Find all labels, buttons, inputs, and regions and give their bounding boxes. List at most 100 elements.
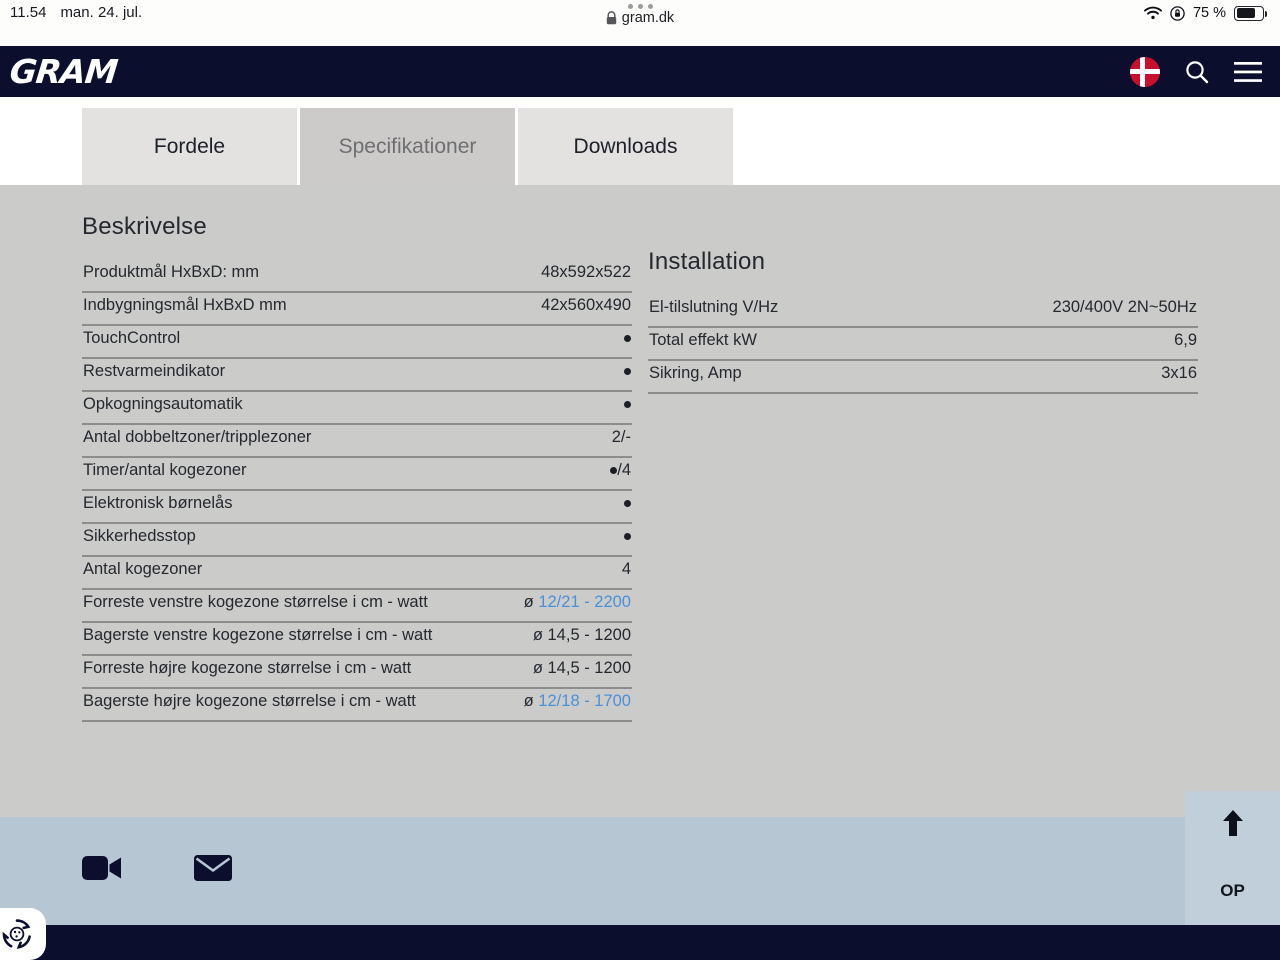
spec-value-link[interactable]: 12/21 - 2200 (538, 593, 631, 611)
installation-title: Installation (648, 248, 766, 275)
table-row: Forreste venstre kogezone størrelse i cm… (82, 590, 632, 623)
tab-fordele[interactable]: Fordele (82, 108, 300, 185)
spec-value: 4 (621, 560, 631, 578)
tab-downloads[interactable]: Downloads (518, 108, 736, 185)
status-bar-right: 75 % (1143, 5, 1267, 21)
spec-label: Restvarmeindikator (83, 362, 226, 380)
contact-icon-group (82, 853, 232, 883)
site-header: GRAM (0, 46, 1280, 97)
feature-bullet-icon (624, 401, 631, 408)
wifi-icon (1143, 6, 1162, 20)
table-row: Total effekt kW 6,9 (648, 328, 1198, 361)
spec-value: 48x592x522 (541, 263, 631, 281)
contact-band (0, 817, 1280, 925)
tab-label: Downloads (573, 134, 678, 158)
lock-icon (606, 11, 616, 25)
video-camera-icon[interactable] (82, 853, 122, 883)
specifications-panel: Beskrivelse Produktmål HxBxD: mm 48x592x… (0, 185, 1280, 817)
description-column: Beskrivelse Produktmål HxBxD: mm 48x592x… (82, 213, 632, 722)
spec-value-link[interactable]: 12/18 - 1700 (538, 692, 631, 710)
spec-value: ø 12/18 - 1700 (524, 692, 631, 711)
spec-label: Sikkerhedsstop (83, 527, 196, 545)
spec-label: Opkogningsautomatik (83, 395, 243, 413)
spec-value-suffix: /4 (617, 461, 631, 479)
spec-value (624, 395, 631, 414)
spec-label: Forreste venstre kogezone størrelse i cm… (83, 593, 428, 611)
search-icon[interactable] (1184, 59, 1210, 85)
tab-label: Specifikationer (338, 134, 477, 158)
url-display[interactable]: gram.dk (606, 10, 674, 26)
spec-label: Forreste højre kogezone størrelse i cm -… (83, 659, 412, 677)
spec-label: Antal kogezoner (83, 560, 203, 578)
table-row: Bagerste venstre kogezone størrelse i cm… (82, 623, 632, 656)
envelope-icon[interactable] (194, 853, 232, 883)
spec-label: Total effekt kW (649, 331, 757, 349)
spec-label: Indbygningsmål HxBxD mm (83, 296, 287, 314)
spec-value: 2/- (611, 428, 631, 446)
browser-url-area[interactable]: gram.dk (0, 4, 1280, 26)
feature-bullet-icon (624, 500, 631, 507)
tab-label: Fordele (153, 134, 226, 158)
installation-column: Installation El-tilslutning V/Hz 230/400… (648, 248, 1198, 394)
spec-label: Produktmål HxBxD: mm (83, 263, 260, 281)
diameter-prefix: ø (523, 593, 539, 611)
table-row: Sikring, Amp 3x16 (648, 361, 1198, 394)
spec-label: Bagerste højre kogezone størrelse i cm -… (83, 692, 416, 710)
table-row: El-tilslutning V/Hz 230/400V 2N~50Hz (648, 295, 1198, 328)
table-row: Restvarmeindikator (82, 359, 632, 392)
battery-icon (1234, 5, 1267, 21)
table-row: Antal dobbeltzoner/tripplezoner 2/- (82, 425, 632, 458)
table-row: Indbygningsmål HxBxD mm 42x560x490 (82, 293, 632, 326)
spec-value: 230/400V 2N~50Hz (1052, 298, 1197, 316)
table-row: TouchControl (82, 326, 632, 359)
spec-label: Timer/antal kogezoner (83, 461, 247, 479)
spec-value (624, 362, 631, 381)
tab-specifikationer[interactable]: Specifikationer (300, 108, 518, 185)
cookie-settings-button[interactable] (0, 908, 46, 960)
spec-value: ø 12/21 - 2200 (524, 593, 631, 612)
diameter-prefix: ø (523, 692, 539, 710)
battery-percent: 75 % (1192, 5, 1226, 21)
spec-label: Antal dobbeltzoner/tripplezoner (83, 428, 312, 446)
spec-value: ø 14,5 - 1200 (532, 659, 631, 677)
rotation-lock-icon (1170, 5, 1185, 21)
spec-value (624, 527, 631, 546)
table-row: Forreste højre kogezone størrelse i cm -… (82, 656, 632, 689)
ios-status-bar: 11.54 man. 24. jul. gram.dk 75 % (0, 0, 1280, 46)
denmark-flag-icon[interactable] (1130, 56, 1160, 87)
scroll-to-top-button[interactable]: OP (1185, 791, 1280, 925)
cookie-settings-icon (2, 919, 31, 949)
spec-value (624, 329, 631, 348)
table-row: Antal kogezoner 4 (82, 557, 632, 590)
spec-value: 3x16 (1161, 364, 1197, 382)
feature-bullet-icon (624, 368, 631, 375)
site-footer-bar (0, 925, 1280, 960)
three-dots-icon[interactable] (627, 4, 653, 9)
spec-value (624, 494, 631, 513)
feature-bullet-icon (624, 335, 631, 342)
product-tabs: Fordele Specifikationer Downloads (0, 97, 1280, 185)
scroll-to-top-label: OP (1220, 881, 1245, 900)
spec-label: Sikring, Amp (649, 364, 742, 382)
table-row: Produktmål HxBxD: mm 48x592x522 (82, 260, 632, 293)
table-row: Timer/antal kogezoner /4 (82, 458, 632, 491)
spec-value: ø 14,5 - 1200 (532, 626, 631, 644)
spec-value: /4 (610, 461, 631, 480)
arrow-up-icon (1222, 810, 1243, 836)
feature-bullet-icon (624, 533, 631, 540)
table-row: Elektronisk børnelås (82, 491, 632, 524)
table-row: Opkogningsautomatik (82, 392, 632, 425)
spec-label: El-tilslutning V/Hz (649, 298, 779, 316)
table-row: Sikkerhedsstop (82, 524, 632, 557)
description-title: Beskrivelse (82, 213, 207, 240)
spec-value: 42x560x490 (541, 296, 631, 314)
hamburger-menu-icon[interactable] (1234, 61, 1262, 83)
spec-value: 6,9 (1174, 331, 1197, 349)
table-row: Bagerste højre kogezone størrelse i cm -… (82, 689, 632, 722)
spec-label: Bagerste venstre kogezone størrelse i cm… (83, 626, 433, 644)
url-text: gram.dk (621, 10, 675, 26)
spec-label: TouchControl (83, 329, 181, 347)
gram-logo[interactable]: GRAM (8, 52, 119, 91)
spec-label: Elektronisk børnelås (83, 494, 233, 512)
header-icon-group (1130, 56, 1262, 87)
